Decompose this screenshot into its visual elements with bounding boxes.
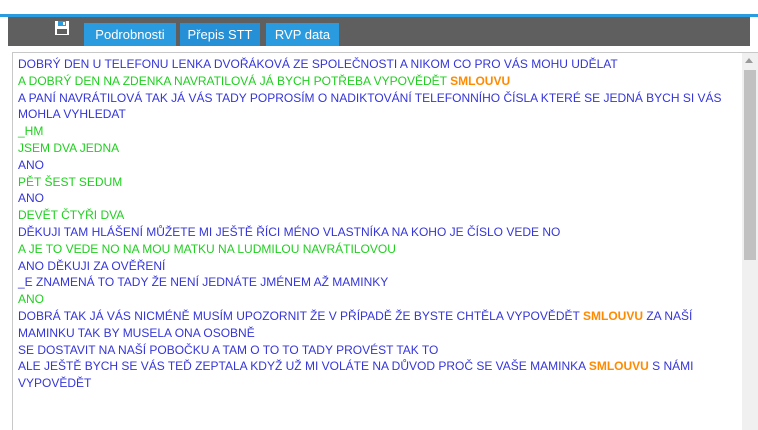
transcript-text: PĚT ŠEST SEDUM [18,174,123,189]
tab-rvp-data[interactable]: RVP data [266,23,339,46]
transcript-line: _E ZNAMENÁ TO TADY ŽE NENÍ JEDNÁTE JMÉNE… [18,274,743,291]
transcript-text: ALE JEŠTĚ BYCH SE VÁS TEĎ ZEPTALA KDYŽ U… [18,359,589,374]
transcript-line: ANO [18,157,743,174]
transcript-text: ANO [18,292,45,307]
keyword-highlight: SMLOUVU [450,73,511,88]
transcript-text: ANO [18,157,45,172]
transcript-line: DOBRÁ TAK JÁ VÁS NICMÉNĚ MUSÍM UPOZORNIT… [18,308,743,342]
transcript-text: ANO [18,191,45,206]
transcript-line: DĚKUJI TAM HLÁŠENÍ MŮŽETE MI JEŠTĚ ŘÍCI … [18,224,743,241]
tab-prepis-stt[interactable]: Přepis STT [180,23,260,46]
transcript-line: DEVĚT ČTYŘI DVA [18,207,743,224]
transcript-panel[interactable]: DOBRÝ DEN U TELEFONU LENKA DVOŘÁKOVÁ ZE … [12,52,758,430]
transcript-text: ANO DĚKUJI ZA OVĚŘENÍ [18,258,166,273]
transcript-text: DEVĚT ČTYŘI DVA [18,208,125,223]
transcript-line: A PANÍ NAVRÁTILOVÁ TAK JÁ VÁS TADY POPRO… [18,90,743,124]
keyword-highlight: SMLOUVU [588,359,649,374]
transcript-text: JSEM DVA JEDNA [18,140,120,155]
keyword-highlight: SMLOUVU [583,308,644,323]
scroll-up-arrow-icon[interactable] [745,58,753,63]
transcript-line: JSEM DVA JEDNA [18,140,743,157]
floppy-disk-icon[interactable] [54,20,70,36]
tab-podrobnosti[interactable]: Podrobnosti [84,23,176,46]
transcript-text: DOBRÁ TAK JÁ VÁS NICMÉNĚ MUSÍM UPOZORNIT… [18,308,584,323]
transcript-line: A DOBRÝ DEN NA ZDENKA NAVRATILOVÁ JÁ BYC… [18,73,743,90]
transcript-text: _HM [18,124,44,139]
transcript-text: DĚKUJI TAM HLÁŠENÍ MŮŽETE MI JEŠTĚ ŘÍCI … [18,224,561,239]
transcript-text: SE DOSTAVIT NA NAŠÍ POBOČKU A TAM O TO T… [18,342,439,357]
transcript-line: SE DOSTAVIT NA NAŠÍ POBOČKU A TAM O TO T… [18,342,743,359]
transcript-text: A PANÍ NAVRÁTILOVÁ TAK JÁ VÁS TADY POPRO… [18,90,722,122]
transcript-line: _HM [18,123,743,140]
scrollbar-thumb[interactable] [744,70,756,260]
transcript-line: ANO [18,291,743,308]
transcript-text: _E ZNAMENÁ TO TADY ŽE NENÍ JEDNÁTE JMÉNE… [18,275,389,290]
transcript-lines: DOBRÝ DEN U TELEFONU LENKA DVOŘÁKOVÁ ZE … [18,56,743,392]
transcript-line: ANO [18,190,743,207]
transcript-line: A JE TO VEDE NO NA MOU MATKU NA LUDMILOU… [18,241,743,258]
transcript-text: DOBRÝ DEN U TELEFONU LENKA DVOŘÁKOVÁ ZE … [18,57,618,71]
transcript-line: PĚT ŠEST SEDUM [18,174,743,191]
transcript-line: ALE JEŠTĚ BYCH SE VÁS TEĎ ZEPTALA KDYŽ U… [18,358,743,392]
transcript-line: DOBRÝ DEN U TELEFONU LENKA DVOŘÁKOVÁ ZE … [18,56,743,73]
transcript-text: A DOBRÝ DEN NA ZDENKA NAVRATILOVÁ JÁ BYC… [18,73,451,88]
transcript-line: ANO DĚKUJI ZA OVĚŘENÍ [18,258,743,275]
transcript-text: A JE TO VEDE NO NA MOU MATKU NA LUDMILOU… [18,241,396,256]
